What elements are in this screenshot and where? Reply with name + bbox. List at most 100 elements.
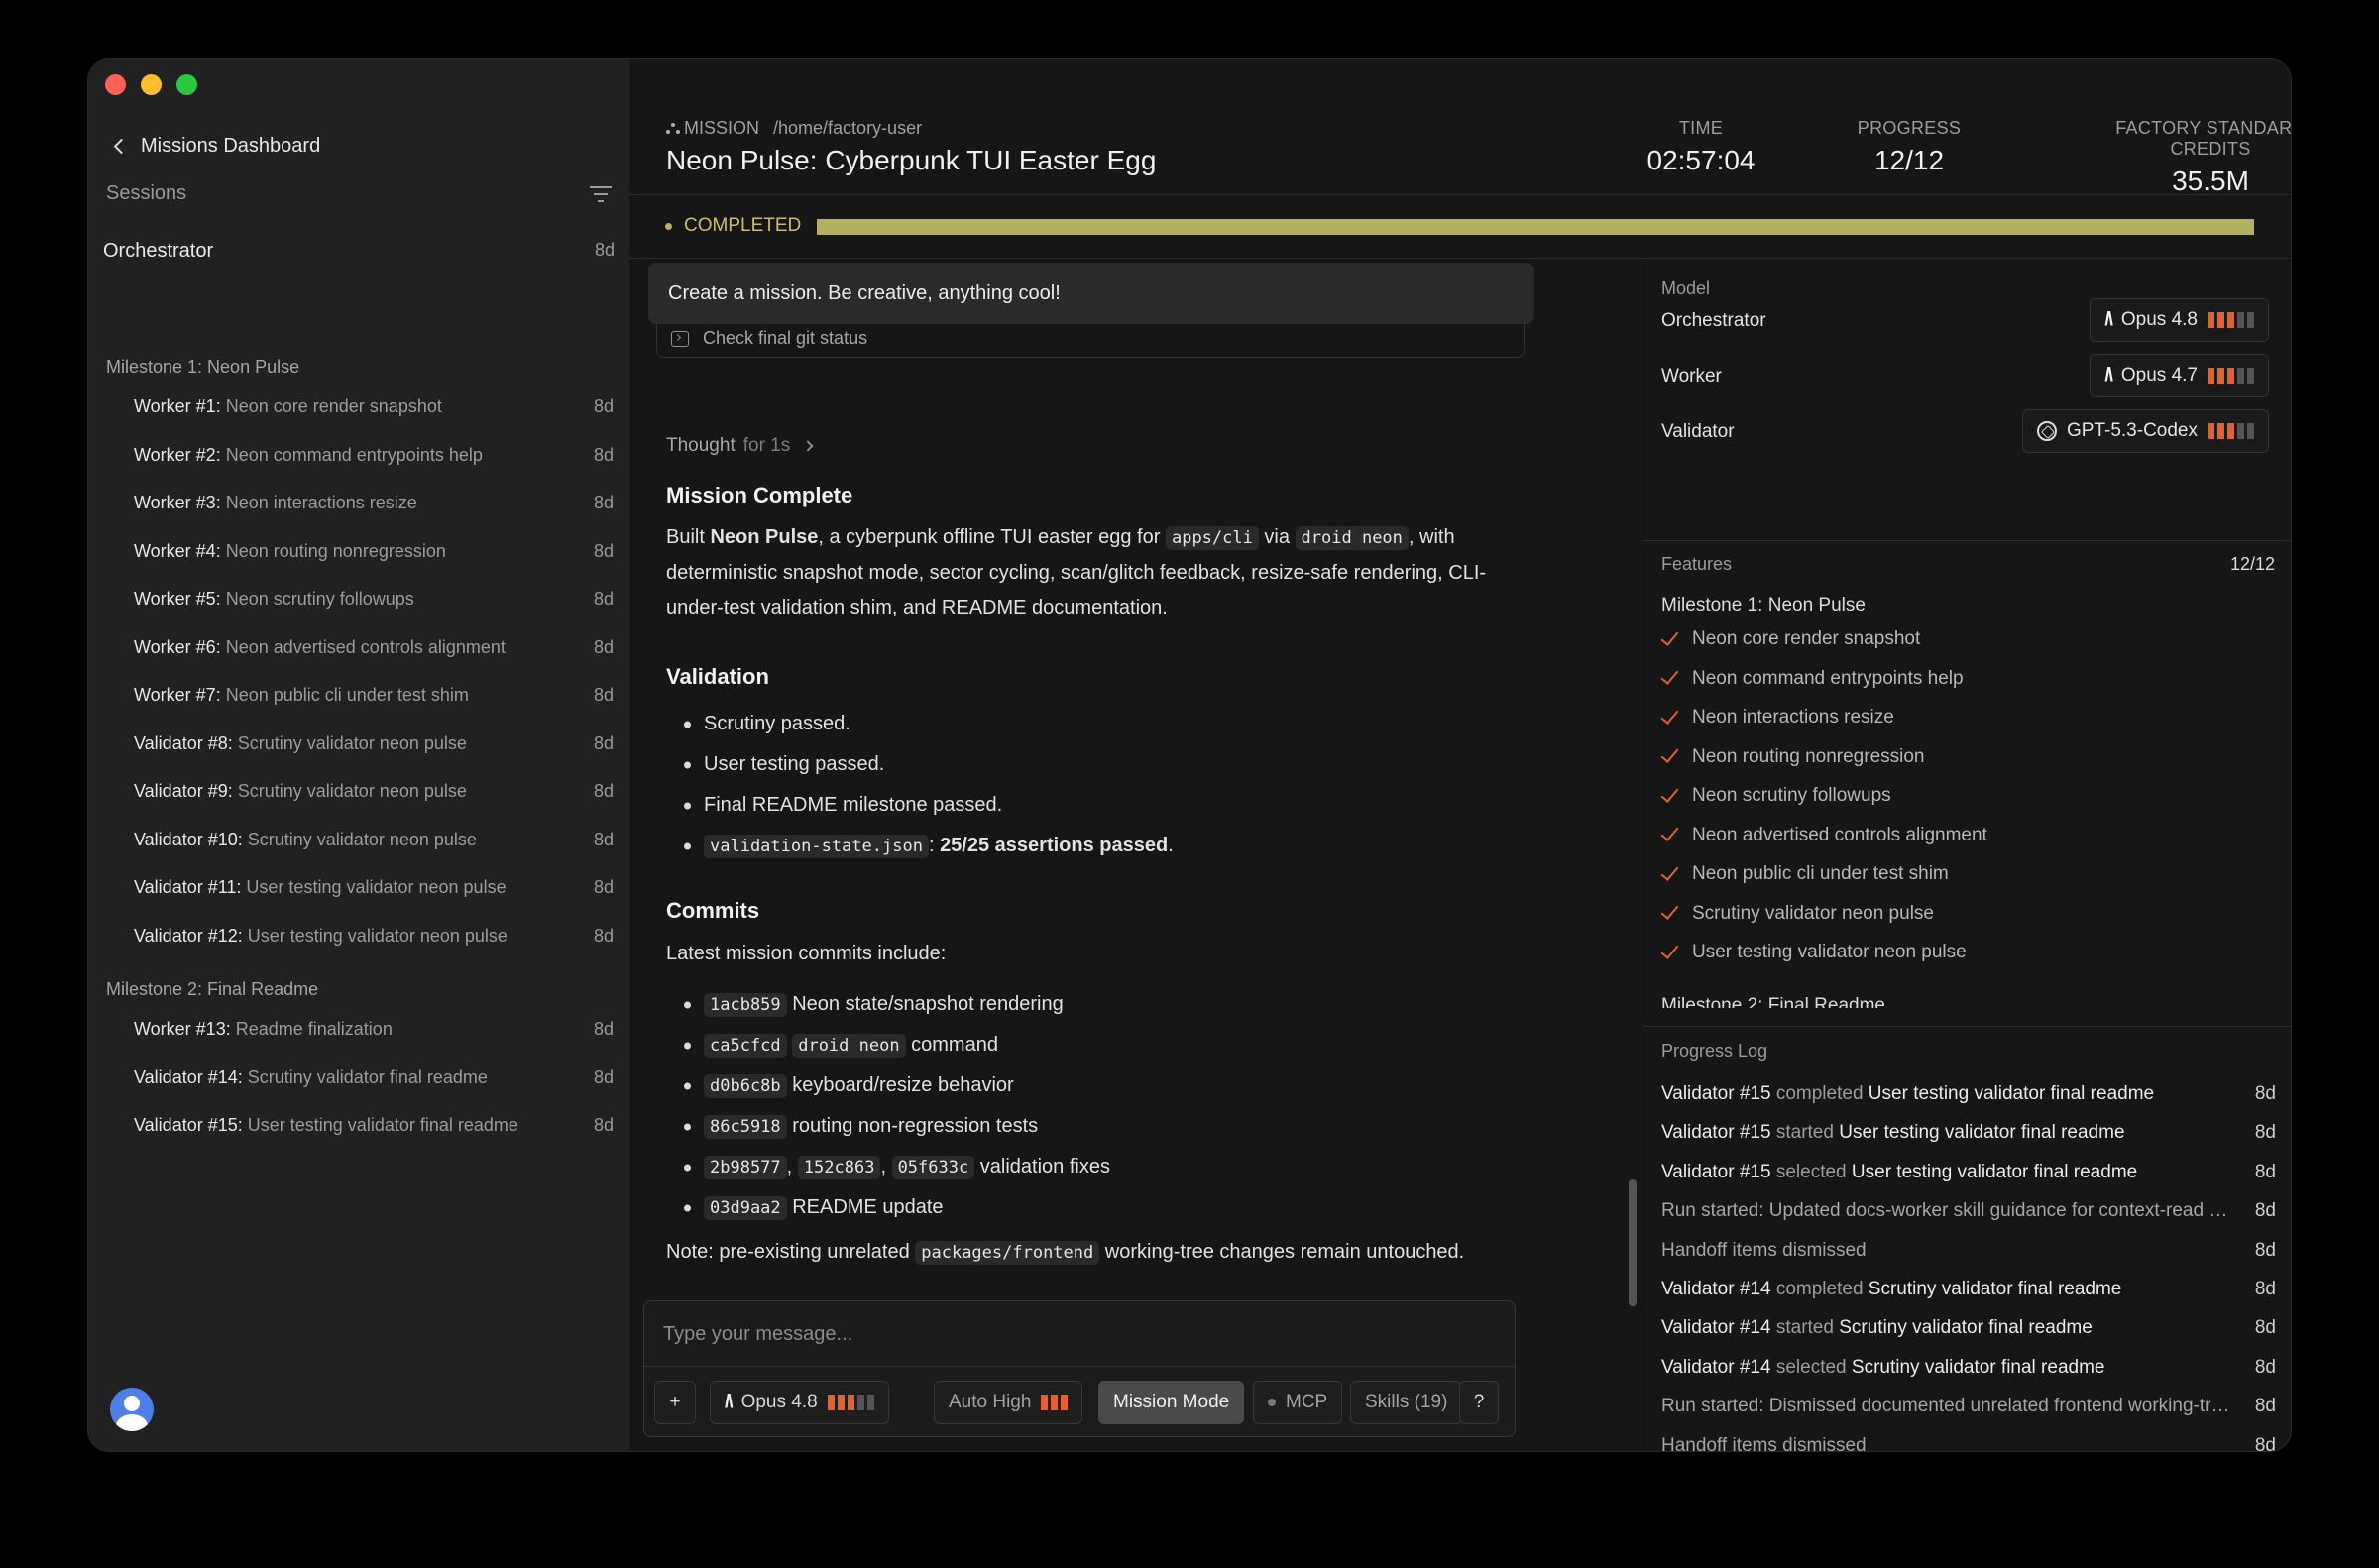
- session-item-label: Validator #10: Scrutiny validator neon p…: [134, 830, 477, 850]
- model-badge[interactable]: /\ Opus 4.7: [2090, 354, 2269, 397]
- commit-text: validation fixes: [979, 1156, 1110, 1177]
- summary-text: , a cyberpunk offline TUI easter egg for: [818, 526, 1166, 548]
- back-to-dashboard-link[interactable]: Missions Dashboard: [110, 135, 320, 158]
- attach-button[interactable]: +: [654, 1381, 696, 1424]
- session-id: Validator #12:: [134, 925, 243, 946]
- session-desc: Scrutiny validator neon pulse: [237, 732, 467, 753]
- features-count: 12/12: [2229, 554, 2275, 574]
- skills-button[interactable]: Skills (19): [1350, 1381, 1463, 1424]
- inline-code: apps/cli: [1165, 526, 1259, 550]
- session-item[interactable]: Worker #3: Neon interactions resize 8d: [88, 493, 629, 513]
- close-window-button[interactable]: [105, 74, 126, 95]
- session-item[interactable]: Worker #13: Readme finalization 8d: [88, 1019, 629, 1040]
- progress-stat: PROGRESS 12/12: [1845, 118, 1974, 176]
- log-actor: Validator #14: [1661, 1356, 1771, 1378]
- session-desc: Neon advertised controls alignment: [225, 636, 506, 657]
- filter-icon[interactable]: [590, 185, 612, 202]
- log-row: Validator #15 started User testing valid…: [1661, 1122, 2276, 1144]
- sidebar-item-orchestrator[interactable]: Orchestrator 8d: [103, 240, 615, 263]
- validation-item: validation-state.json: 25/25 assertions …: [666, 826, 1529, 866]
- time-value: 02:57:04: [1646, 145, 1756, 175]
- session-item[interactable]: Worker #2: Neon command entrypoints help…: [88, 445, 629, 466]
- session-item[interactable]: Worker #6: Neon advertised controls alig…: [88, 637, 629, 658]
- message-composer: Type your message... + /\ Opus 4.8 Auto …: [643, 1300, 1516, 1437]
- log-verb: selected: [1775, 1356, 1847, 1378]
- session-age: 8d: [593, 1115, 614, 1135]
- log-row: Run started: Dismissed documented unrela…: [1661, 1396, 2276, 1417]
- mission-label-text: MISSION: [684, 118, 760, 138]
- session-item[interactable]: Validator #12: User testing validator ne…: [88, 926, 629, 947]
- feature-item: Neon public cli under test shim: [1660, 861, 1949, 885]
- chat-scrollbar[interactable]: [1629, 1179, 1637, 1306]
- openai-icon: [2037, 421, 2057, 441]
- session-age: 8d: [593, 732, 614, 753]
- model-role-label: Validator: [1661, 421, 1735, 442]
- credits-value: 35.5M: [2172, 166, 2249, 196]
- mission-complete-heading: Mission Complete: [666, 483, 853, 507]
- log-text: Validator #15 started User testing valid…: [1661, 1122, 2125, 1144]
- feature-label: User testing validator neon pulse: [1692, 942, 1967, 962]
- commit-hash: ca5cfcd: [704, 1034, 787, 1058]
- divider: [1643, 1026, 2291, 1027]
- credits-stat: FACTORY STANDARD CREDITS 35.5M: [2077, 118, 2291, 197]
- log-actor: Validator #15: [1661, 1122, 1771, 1144]
- session-age: 8d: [593, 685, 614, 705]
- commit-sep: ,: [786, 1156, 793, 1177]
- divider: [1643, 540, 2291, 541]
- avatar[interactable]: [110, 1388, 154, 1431]
- effort-bars-icon: [2208, 368, 2254, 384]
- session-item[interactable]: Worker #1: Neon core render snapshot 8d: [88, 396, 629, 417]
- session-id: Worker #5:: [134, 589, 221, 609]
- mission-breadcrumb: MISSION /home/factory-user: [666, 118, 922, 139]
- tool-call-row[interactable]: Check final git status: [656, 320, 1525, 358]
- session-item[interactable]: Worker #7: Neon public cli under test sh…: [88, 685, 629, 706]
- progress-label: PROGRESS: [1857, 118, 1962, 138]
- feature-item: Neon core render snapshot: [1660, 626, 1920, 650]
- log-age: 8d: [2254, 1239, 2276, 1261]
- model-badge[interactable]: /\ Opus 4.8: [2090, 298, 2269, 342]
- session-item[interactable]: Validator #8: Scrutiny validator neon pu…: [88, 733, 629, 754]
- session-desc: Neon public cli under test shim: [225, 685, 469, 705]
- sidebar: Missions Dashboard Sessions Orchestrator…: [88, 59, 629, 1451]
- check-icon: [1660, 940, 1679, 959]
- model-badge[interactable]: GPT-5.3-Codex: [2022, 409, 2269, 453]
- minimize-window-button[interactable]: [141, 74, 162, 95]
- log-row: Validator #15 completed User testing val…: [1661, 1083, 2276, 1105]
- session-item[interactable]: Validator #15: User testing validator fi…: [88, 1115, 629, 1136]
- thought-toggle[interactable]: Thought for 1s: [666, 435, 814, 457]
- session-item[interactable]: Validator #10: Scrutiny validator neon p…: [88, 830, 629, 850]
- session-item[interactable]: Worker #4: Neon routing nonregression 8d: [88, 541, 629, 562]
- session-item[interactable]: Validator #9: Scrutiny validator neon pu…: [88, 781, 629, 802]
- autonomy-selector[interactable]: Auto High: [934, 1381, 1083, 1424]
- check-icon: [1660, 901, 1679, 920]
- log-verb: completed: [1775, 1083, 1864, 1104]
- session-item-label: Worker #7: Neon public cli under test sh…: [134, 685, 469, 706]
- log-text: Validator #14 selected Scrutiny validato…: [1661, 1357, 2104, 1379]
- mission-mode-button[interactable]: Mission Mode: [1098, 1381, 1245, 1424]
- zoom-window-button[interactable]: [176, 74, 197, 95]
- session-item[interactable]: Validator #14: Scrutiny validator final …: [88, 1067, 629, 1088]
- feature-label: Neon scrutiny followups: [1692, 785, 1891, 806]
- app-window: Missions Dashboard Sessions Orchestrator…: [87, 58, 2292, 1452]
- session-age: 8d: [593, 540, 614, 561]
- session-item[interactable]: Worker #5: Neon scrutiny followups 8d: [88, 589, 629, 610]
- session-item-label: Validator #14: Scrutiny validator final …: [134, 1067, 488, 1088]
- session-id: Validator #8:: [134, 732, 233, 753]
- log-age: 8d: [2254, 1279, 2276, 1299]
- summary-text: via: [1258, 526, 1296, 548]
- commit-sep: ,: [880, 1156, 886, 1177]
- message-input[interactable]: Type your message...: [663, 1323, 852, 1346]
- commit-text: command: [911, 1034, 998, 1056]
- main-panel: MISSION /home/factory-user Neon Pulse: C…: [629, 59, 2291, 1451]
- mission-complete-summary: Built Neon Pulse, a cyberpunk offline TU…: [666, 520, 1529, 625]
- log-text: Run started: Dismissed documented unrela…: [1661, 1396, 2236, 1417]
- features-section-label: Features: [1661, 554, 1733, 574]
- status-dot-icon: [665, 222, 672, 230]
- session-item[interactable]: Validator #11: User testing validator ne…: [88, 877, 629, 898]
- help-button[interactable]: ?: [1459, 1381, 1499, 1424]
- skills-label: Skills (19): [1365, 1392, 1448, 1412]
- mcp-button[interactable]: MCP: [1253, 1381, 1343, 1424]
- model-selector[interactable]: /\ Opus 4.8: [710, 1381, 889, 1424]
- log-row: Validator #15 selected User testing vali…: [1661, 1162, 2276, 1183]
- session-item-label: Validator #9: Scrutiny validator neon pu…: [134, 781, 467, 802]
